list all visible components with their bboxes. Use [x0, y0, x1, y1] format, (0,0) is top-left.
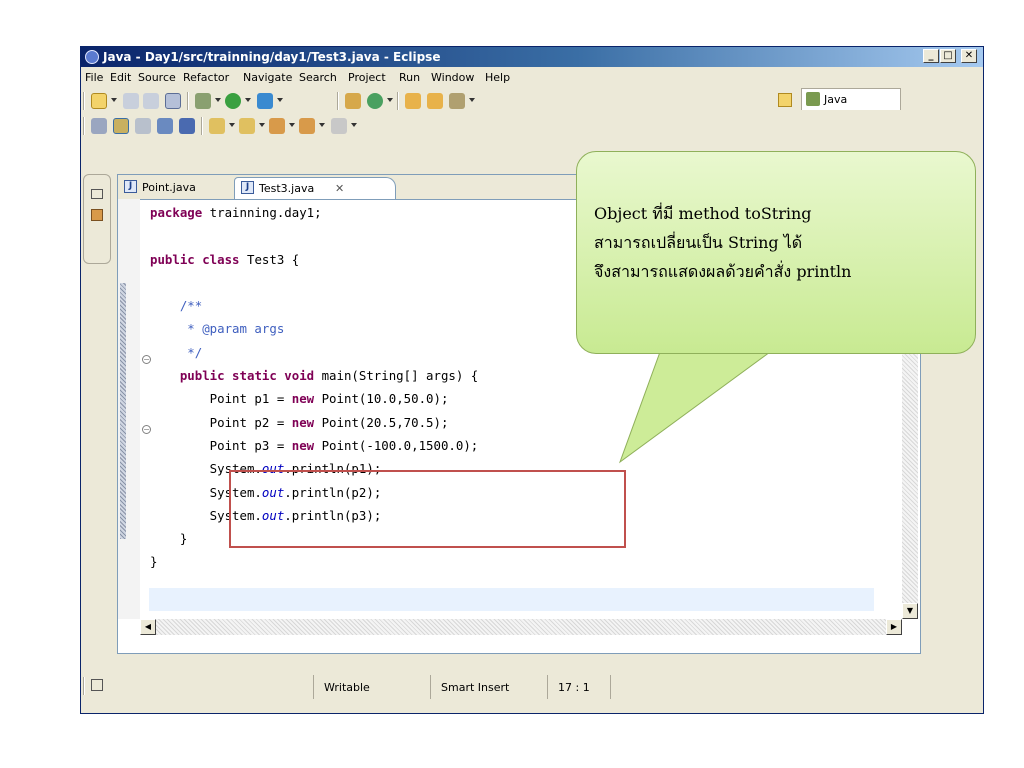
save-icon[interactable]	[123, 93, 139, 109]
show-whitespace-icon[interactable]	[179, 118, 195, 134]
next-annotation-dropdown-icon[interactable]	[229, 123, 235, 127]
toolbar-row-2	[81, 114, 983, 138]
menu-help[interactable]: Help	[485, 71, 510, 84]
code-line-8: public static void main(String[] args) {	[179, 368, 479, 384]
toolbar-separator	[83, 92, 85, 110]
status-bar: Writable Smart Insert 17 : 1	[81, 671, 983, 713]
java-file-icon: J	[124, 180, 137, 193]
open-task-icon[interactable]	[427, 93, 443, 109]
selection-range-indicator	[120, 283, 126, 539]
new-dropdown-icon[interactable]	[111, 98, 117, 102]
perspective-switcher: Java	[721, 88, 981, 112]
horizontal-scrollbar[interactable]: ◀ ▶	[140, 619, 902, 635]
open-type-icon[interactable]	[405, 93, 421, 109]
maximize-button[interactable]: □	[940, 49, 956, 63]
debug-dropdown-icon[interactable]	[215, 98, 221, 102]
menu-navigate[interactable]: Navigate	[243, 71, 292, 84]
run-icon[interactable]	[225, 93, 241, 109]
insert-mode-label: Smart Insert	[441, 681, 510, 694]
writable-label: Writable	[324, 681, 370, 694]
status-writable: Writable	[313, 675, 429, 699]
menu-edit[interactable]: Edit	[110, 71, 131, 84]
new-icon[interactable]	[91, 93, 107, 109]
save-all-icon[interactable]	[143, 93, 159, 109]
menu-source[interactable]: Source	[138, 71, 176, 84]
toolbar-separator	[201, 117, 203, 135]
menu-refactor[interactable]: Refactor	[183, 71, 229, 84]
back-icon[interactable]	[299, 118, 315, 134]
toolbar-separator	[187, 92, 189, 110]
search-icon[interactable]	[449, 93, 465, 109]
code-line-11: Point p3 = new Point(-100.0,1500.0);	[150, 437, 479, 453]
package-explorer-icon[interactable]	[91, 209, 103, 221]
tab-point-java[interactable]: J Point.java	[118, 177, 230, 199]
eclipse-window: Java - Day1/src/trainning/day1/Test3.jav…	[80, 46, 984, 714]
tab-test3-java[interactable]: J Test3.java ✕	[234, 177, 396, 199]
java-perspective-icon	[806, 92, 820, 106]
callout-line-2: สามารถเปลี่ยนเป็น String ได้	[594, 233, 803, 252]
forward-dropdown-icon[interactable]	[351, 123, 357, 127]
new-java-project-icon[interactable]	[345, 93, 361, 109]
menu-run[interactable]: Run	[399, 71, 420, 84]
last-edit-location-icon[interactable]	[269, 118, 285, 134]
minimized-view-stack	[83, 174, 111, 264]
eclipse-icon	[85, 50, 99, 64]
last-edit-dropdown-icon[interactable]	[289, 123, 295, 127]
perspective-tab[interactable]: Java	[778, 88, 901, 110]
scroll-left-button[interactable]: ◀	[140, 619, 156, 635]
previous-annotation-dropdown-icon[interactable]	[259, 123, 265, 127]
forward-icon[interactable]	[331, 118, 347, 134]
open-perspective-icon[interactable]	[778, 93, 792, 107]
perspective-label: Java	[824, 93, 848, 106]
tab-label: Test3.java	[259, 182, 315, 195]
new-java-class-icon[interactable]	[367, 93, 383, 109]
vertical-ruler	[118, 199, 140, 619]
menu-window[interactable]: Window	[431, 71, 474, 84]
code-line-9: Point p1 = new Point(10.0,50.0);	[150, 391, 449, 407]
toolbar-separator	[397, 92, 399, 110]
callout-line-3: จึงสามารถแสดงผลด้วยคำสั่ง println	[594, 262, 852, 281]
menu-search[interactable]: Search	[299, 71, 337, 84]
code-line-10: Point p2 = new Point(20.5,70.5);	[150, 414, 449, 430]
show-source-icon[interactable]	[157, 118, 173, 134]
java-file-icon: J	[241, 181, 254, 194]
block-selection-icon[interactable]	[135, 118, 151, 134]
current-line-highlight	[149, 588, 874, 611]
status-insert-mode: Smart Insert	[430, 675, 546, 699]
toolbar-separator	[83, 117, 85, 135]
external-tools-icon[interactable]	[257, 93, 273, 109]
toolbar-separator	[337, 92, 339, 110]
toggle-breadcrumb-icon[interactable]	[91, 118, 107, 134]
callout-line-1: Object ที่มี method toString	[594, 204, 812, 223]
external-tools-dropdown-icon[interactable]	[277, 98, 283, 102]
back-dropdown-icon[interactable]	[319, 123, 325, 127]
cursor-position-label: 17 : 1	[558, 681, 590, 694]
menu-file[interactable]: File	[85, 71, 103, 84]
print-icon[interactable]	[165, 93, 181, 109]
close-tab-icon[interactable]: ✕	[335, 182, 344, 195]
status-separator	[83, 677, 85, 695]
new-class-dropdown-icon[interactable]	[387, 98, 393, 102]
scroll-down-button[interactable]: ▼	[902, 603, 918, 619]
title-bar[interactable]: Java - Day1/src/trainning/day1/Test3.jav…	[81, 47, 983, 67]
status-cursor-position: 17 : 1	[547, 675, 611, 699]
code-line-16: }	[150, 554, 158, 570]
menu-bar: File Edit Source Refactor Navigate Searc…	[81, 68, 983, 88]
search-dropdown-icon[interactable]	[469, 98, 475, 102]
window-title: Java - Day1/src/trainning/day1/Test3.jav…	[103, 50, 441, 64]
callout-text: Object ที่มี method toString สามารถเปลี่…	[594, 199, 974, 286]
mark-occurrences-icon[interactable]	[113, 118, 129, 134]
restore-view-icon[interactable]	[91, 189, 103, 199]
close-button[interactable]: ✕	[961, 49, 977, 63]
previous-annotation-icon[interactable]	[239, 118, 255, 134]
tab-label: Point.java	[142, 181, 196, 194]
fast-view-icon[interactable]	[91, 679, 103, 691]
run-dropdown-icon[interactable]	[245, 98, 251, 102]
scroll-right-button[interactable]: ▶	[886, 619, 902, 635]
minimize-button[interactable]: _	[923, 49, 939, 63]
menu-project[interactable]: Project	[348, 71, 386, 84]
next-annotation-icon[interactable]	[209, 118, 225, 134]
println-highlight-box	[229, 470, 626, 548]
debug-icon[interactable]	[195, 93, 211, 109]
